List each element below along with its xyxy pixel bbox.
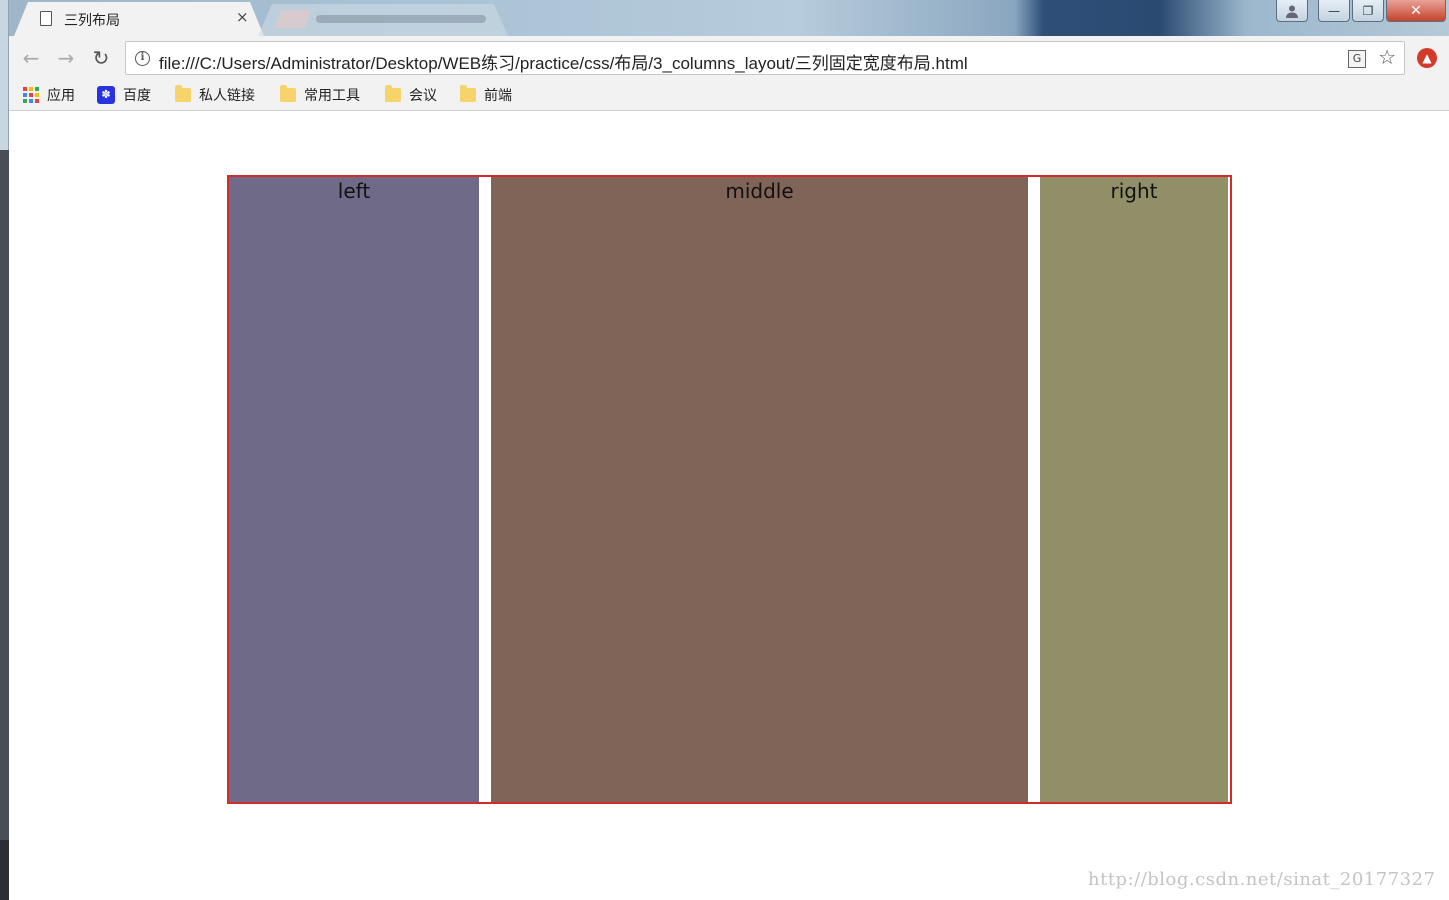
bookmark-apps[interactable]: 应用 [23, 85, 75, 105]
extension-icon[interactable]: ▲ [1417, 48, 1437, 68]
folder-icon [385, 85, 401, 102]
bookmark-folder-frontend[interactable]: 前端 [460, 85, 512, 105]
tab-inactive[interactable] [258, 4, 508, 36]
right-column: right [1040, 177, 1228, 802]
new-tab-icon [274, 10, 312, 28]
folder-icon [460, 85, 476, 102]
bookmark-label: 私人链接 [199, 88, 255, 104]
folder-icon [280, 85, 296, 102]
info-icon[interactable]: i [135, 51, 150, 66]
url-text[interactable]: file:///C:/Users/Administrator/Desktop/W… [159, 49, 968, 74]
close-tab-button[interactable]: × [236, 8, 249, 26]
toolbar: ← → ↻ i file:///C:/Users/Administrator/D… [9, 36, 1449, 80]
watermark: http://blog.csdn.net/sinat_20177327 [1088, 869, 1436, 890]
three-column-container: left middle right [227, 175, 1232, 804]
tab-blurred-title [316, 15, 486, 23]
user-profile-button[interactable] [1276, 0, 1308, 22]
desktop-edge-dark [0, 150, 9, 900]
close-window-button[interactable]: ✕ [1386, 0, 1446, 22]
bookmark-folder-private-links[interactable]: 私人链接 [175, 85, 255, 105]
maximize-button[interactable]: ❐ [1352, 0, 1384, 22]
back-button[interactable]: ← [19, 46, 43, 70]
bookmark-label: 会议 [409, 88, 437, 104]
translate-icon[interactable]: G [1348, 50, 1366, 68]
bookmark-label: 前端 [484, 88, 512, 104]
desktop-edge [0, 0, 9, 900]
page-content: left middle right [9, 112, 1449, 900]
forward-button[interactable]: → [54, 46, 78, 70]
left-column: left [229, 177, 479, 802]
bookmark-star-icon[interactable]: ☆ [1378, 45, 1396, 69]
bookmark-folder-meetings[interactable]: 会议 [385, 85, 437, 105]
document-icon [40, 11, 52, 26]
bookmarks-bar: 应用 ✽ 百度 私人链接 常用工具 会议 前端 [9, 80, 1449, 111]
apps-grid-icon [23, 87, 39, 103]
user-icon [1286, 5, 1298, 18]
minimize-button[interactable]: — [1318, 0, 1350, 22]
address-bar[interactable]: i file:///C:/Users/Administrator/Desktop… [125, 41, 1405, 75]
browser-window: 三列布局 × — ❐ ✕ ← → ↻ i file:///C:/Users/Ad… [0, 0, 1449, 900]
reload-button[interactable]: ↻ [89, 46, 113, 70]
tab-title: 三列布局 [64, 13, 120, 29]
middle-column: middle [491, 177, 1028, 802]
folder-icon [175, 85, 191, 102]
bookmark-folder-tools[interactable]: 常用工具 [280, 85, 360, 105]
tab-active[interactable]: 三列布局 × [14, 2, 264, 36]
desktop-edge-darker [0, 840, 9, 900]
bookmark-label: 常用工具 [304, 88, 360, 104]
tab-strip: 三列布局 × — ❐ ✕ [0, 0, 1449, 36]
bookmark-label: 应用 [47, 88, 75, 104]
bookmark-label: 百度 [123, 88, 151, 104]
bookmark-baidu[interactable]: ✽ 百度 [97, 85, 151, 105]
baidu-paw-icon: ✽ [97, 86, 115, 104]
window-controls: — ❐ ✕ [1276, 0, 1446, 22]
